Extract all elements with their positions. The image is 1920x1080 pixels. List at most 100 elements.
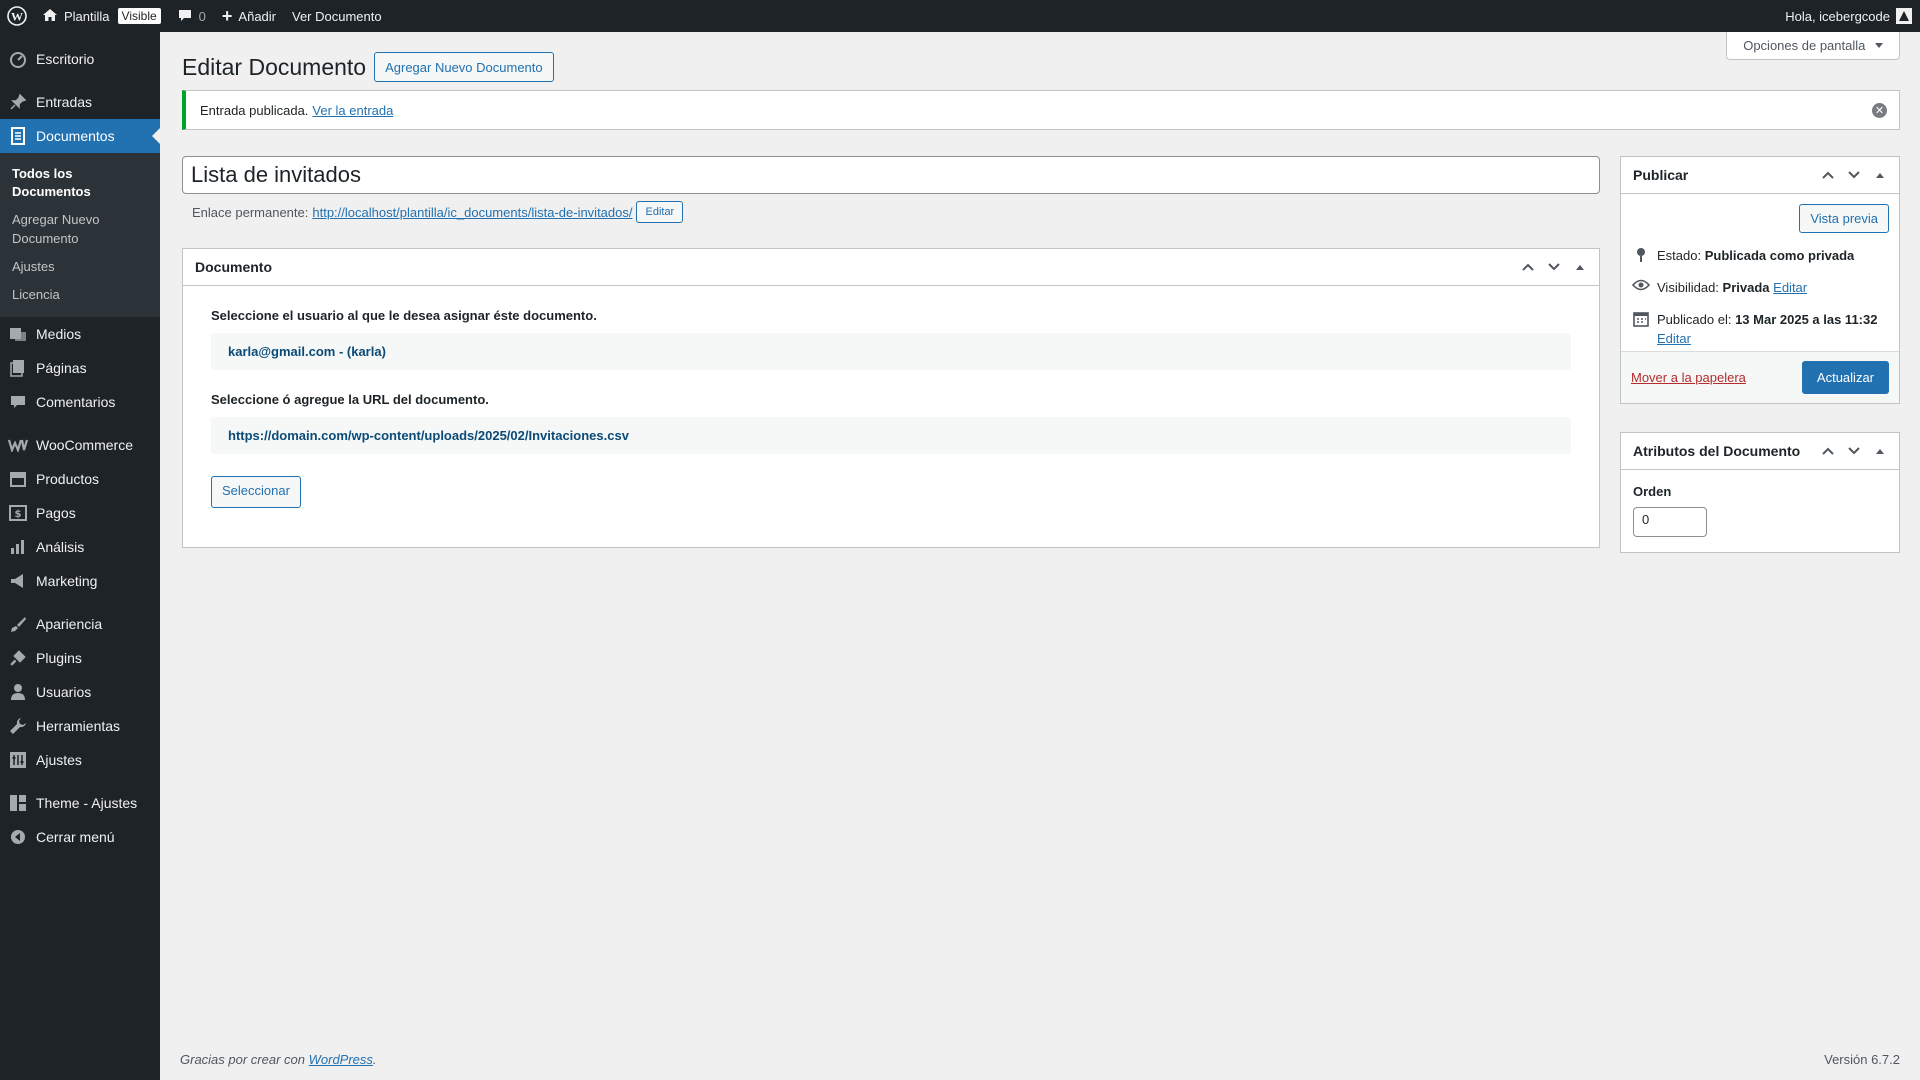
post-title-input[interactable]: Lista de invitados xyxy=(182,156,1600,194)
sidebar-item-comentarios[interactable]: Comentarios xyxy=(0,385,160,419)
comments-link[interactable]: 0 xyxy=(169,0,214,32)
dashboard-icon xyxy=(8,49,28,69)
chevron-down-icon[interactable] xyxy=(1841,157,1867,193)
chevron-up-icon[interactable] xyxy=(1515,249,1541,285)
update-button[interactable]: Actualizar xyxy=(1801,361,1889,394)
sidebar-item-woocommerce[interactable]: WooCommerce xyxy=(0,428,160,462)
chevron-down-icon[interactable] xyxy=(1541,249,1567,285)
toggle-triangle-icon[interactable] xyxy=(1867,433,1893,469)
edit-visibility-link[interactable]: Editar xyxy=(1773,280,1807,295)
metabox-header: Atributos del Documento xyxy=(1621,433,1899,470)
document-icon xyxy=(8,126,28,146)
metabox-handle-actions xyxy=(1815,157,1893,193)
submenu-item-settings[interactable]: Ajustes xyxy=(0,253,160,281)
submenu-item-license[interactable]: Licencia xyxy=(0,281,160,309)
my-account-link[interactable]: Hola, icebergcode xyxy=(1777,0,1920,32)
sidebar-item-pagos[interactable]: $ Pagos xyxy=(0,496,160,530)
sidebar-item-productos[interactable]: Productos xyxy=(0,462,160,496)
edit-permalink-button[interactable]: Editar xyxy=(636,201,684,223)
svg-text:W: W xyxy=(11,10,23,24)
svg-text:$: $ xyxy=(15,509,22,520)
admin-bar: W Plantilla Visible 0 + Añadir Ver Docum… xyxy=(0,0,1920,32)
published-value: 13 Mar 2025 a las 11:32 xyxy=(1735,312,1878,328)
permalink-label: Enlace permanente: xyxy=(192,204,309,220)
chevron-down-icon[interactable] xyxy=(1841,433,1867,469)
sidebar-item-apariencia[interactable]: Apariencia xyxy=(0,607,160,641)
sidebar-item-herramientas[interactable]: Herramientas xyxy=(0,709,160,743)
add-new-label: Añadir xyxy=(238,8,276,24)
preview-button[interactable]: Vista previa xyxy=(1799,204,1889,233)
collapse-menu-button[interactable]: Cerrar menú xyxy=(0,820,160,854)
visibility-label: Visibilidad: xyxy=(1657,280,1719,296)
eye-icon xyxy=(1631,279,1651,291)
footer: Gracias por crear con WordPress. Versión… xyxy=(180,1052,1900,1067)
metabox-header: Documento xyxy=(183,249,1599,286)
document-url-field[interactable]: https://domain.com/wp-content/uploads/20… xyxy=(211,417,1571,454)
sidebar-item-label: Herramientas xyxy=(36,718,121,735)
greeting-label: Hola, icebergcode xyxy=(1785,8,1890,24)
document-metabox: Documento Seleccione el usuario al que l… xyxy=(182,248,1600,548)
comment-icon xyxy=(8,392,28,412)
sidebar-item-ajustes[interactable]: Ajustes xyxy=(0,743,160,777)
sidebar-item-medios[interactable]: Medios xyxy=(0,317,160,351)
permalink: Enlace permanente: http://localhost/plan… xyxy=(192,201,684,223)
user-select-field[interactable]: karla@gmail.com - (karla) xyxy=(211,333,1571,370)
view-post-link[interactable]: Ver la entrada xyxy=(312,103,393,118)
url-field-label: Seleccione ó agregue la URL del document… xyxy=(211,392,489,407)
metabox-title: Publicar xyxy=(1633,167,1689,183)
sidebar-item-label: Medios xyxy=(36,326,82,343)
sidebar-item-usuarios[interactable]: Usuarios xyxy=(0,675,160,709)
wordpress-logo-icon[interactable]: W xyxy=(0,0,34,32)
admin-sidebar: Escritorio Entradas Documentos Todos los… xyxy=(0,32,160,1080)
sidebar-item-label: Plugins xyxy=(36,650,82,667)
select-document-button[interactable]: Seleccionar xyxy=(211,476,301,508)
collapse-icon xyxy=(8,827,28,847)
toggle-triangle-icon[interactable] xyxy=(1567,249,1593,285)
add-new-link[interactable]: + Añadir xyxy=(214,0,284,32)
sidebar-item-entradas[interactable]: Entradas xyxy=(0,85,160,119)
chevron-up-icon[interactable] xyxy=(1815,157,1841,193)
wrench-icon xyxy=(8,716,28,736)
metabox-title: Documento xyxy=(195,259,272,275)
published-date-row: Publicado el: 13 Mar 2025 a las 11:32 Edi… xyxy=(1611,311,1889,347)
chart-icon xyxy=(8,537,28,557)
add-new-document-button[interactable]: Agregar Nuevo Documento xyxy=(374,52,554,82)
sidebar-item-analisis[interactable]: Análisis xyxy=(0,530,160,564)
permalink-url[interactable]: http://localhost/plantilla/ic_documents/… xyxy=(312,205,632,220)
archive-icon xyxy=(8,469,28,489)
order-input[interactable]: 0 xyxy=(1633,507,1707,537)
move-to-trash-link[interactable]: Mover a la papelera xyxy=(1631,370,1746,385)
edit-date-link[interactable]: Editar xyxy=(1657,331,1691,346)
comments-count: 0 xyxy=(198,8,206,24)
metabox-title: Atributos del Documento xyxy=(1633,443,1801,459)
screen-options-button[interactable]: Opciones de pantalla xyxy=(1726,32,1900,60)
success-notice: Entrada publicada. Ver la entrada ✕ xyxy=(182,90,1900,130)
sidebar-item-label: Productos xyxy=(36,471,100,488)
status-row: Estado: Publicada como privada xyxy=(1631,247,1889,265)
sidebar-item-marketing[interactable]: Marketing xyxy=(0,564,160,598)
wordpress-link[interactable]: WordPress xyxy=(309,1052,373,1067)
woo-icon xyxy=(8,435,28,455)
status-value: Publicada como privada xyxy=(1704,248,1855,263)
permalink-base: http://localhost/plantilla/ic_documents/ xyxy=(312,204,532,220)
dismiss-notice-icon[interactable]: ✕ xyxy=(1872,103,1887,118)
sidebar-item-escritorio[interactable]: Escritorio xyxy=(0,42,160,76)
sidebar-item-plugins[interactable]: Plugins xyxy=(0,641,160,675)
sidebar-item-label: Documentos xyxy=(36,128,115,144)
sidebar-item-paginas[interactable]: Páginas xyxy=(0,351,160,385)
sidebar-item-documentos[interactable]: Documentos xyxy=(0,119,160,153)
media-icon xyxy=(8,324,28,344)
chevron-up-icon[interactable] xyxy=(1815,433,1841,469)
sidebar-item-theme-ajustes[interactable]: Theme - Ajustes xyxy=(0,786,160,820)
dollar-icon: $ xyxy=(8,503,28,523)
sidebar-item-label: Apariencia xyxy=(36,616,103,633)
site-name-link[interactable]: Plantilla Visible xyxy=(34,0,169,32)
site-name-label: Plantilla xyxy=(64,8,110,24)
home-icon xyxy=(42,7,58,26)
sidebar-item-label: Escritorio xyxy=(36,51,95,67)
toggle-triangle-icon[interactable] xyxy=(1867,157,1893,193)
sidebar-item-label: Theme - Ajustes xyxy=(36,795,138,812)
submenu-item-add-document[interactable]: Agregar Nuevo Documento xyxy=(0,206,120,252)
submenu-item-all-documents[interactable]: Todos los Documentos xyxy=(0,160,160,206)
view-post-link[interactable]: Ver Documento xyxy=(284,0,390,32)
